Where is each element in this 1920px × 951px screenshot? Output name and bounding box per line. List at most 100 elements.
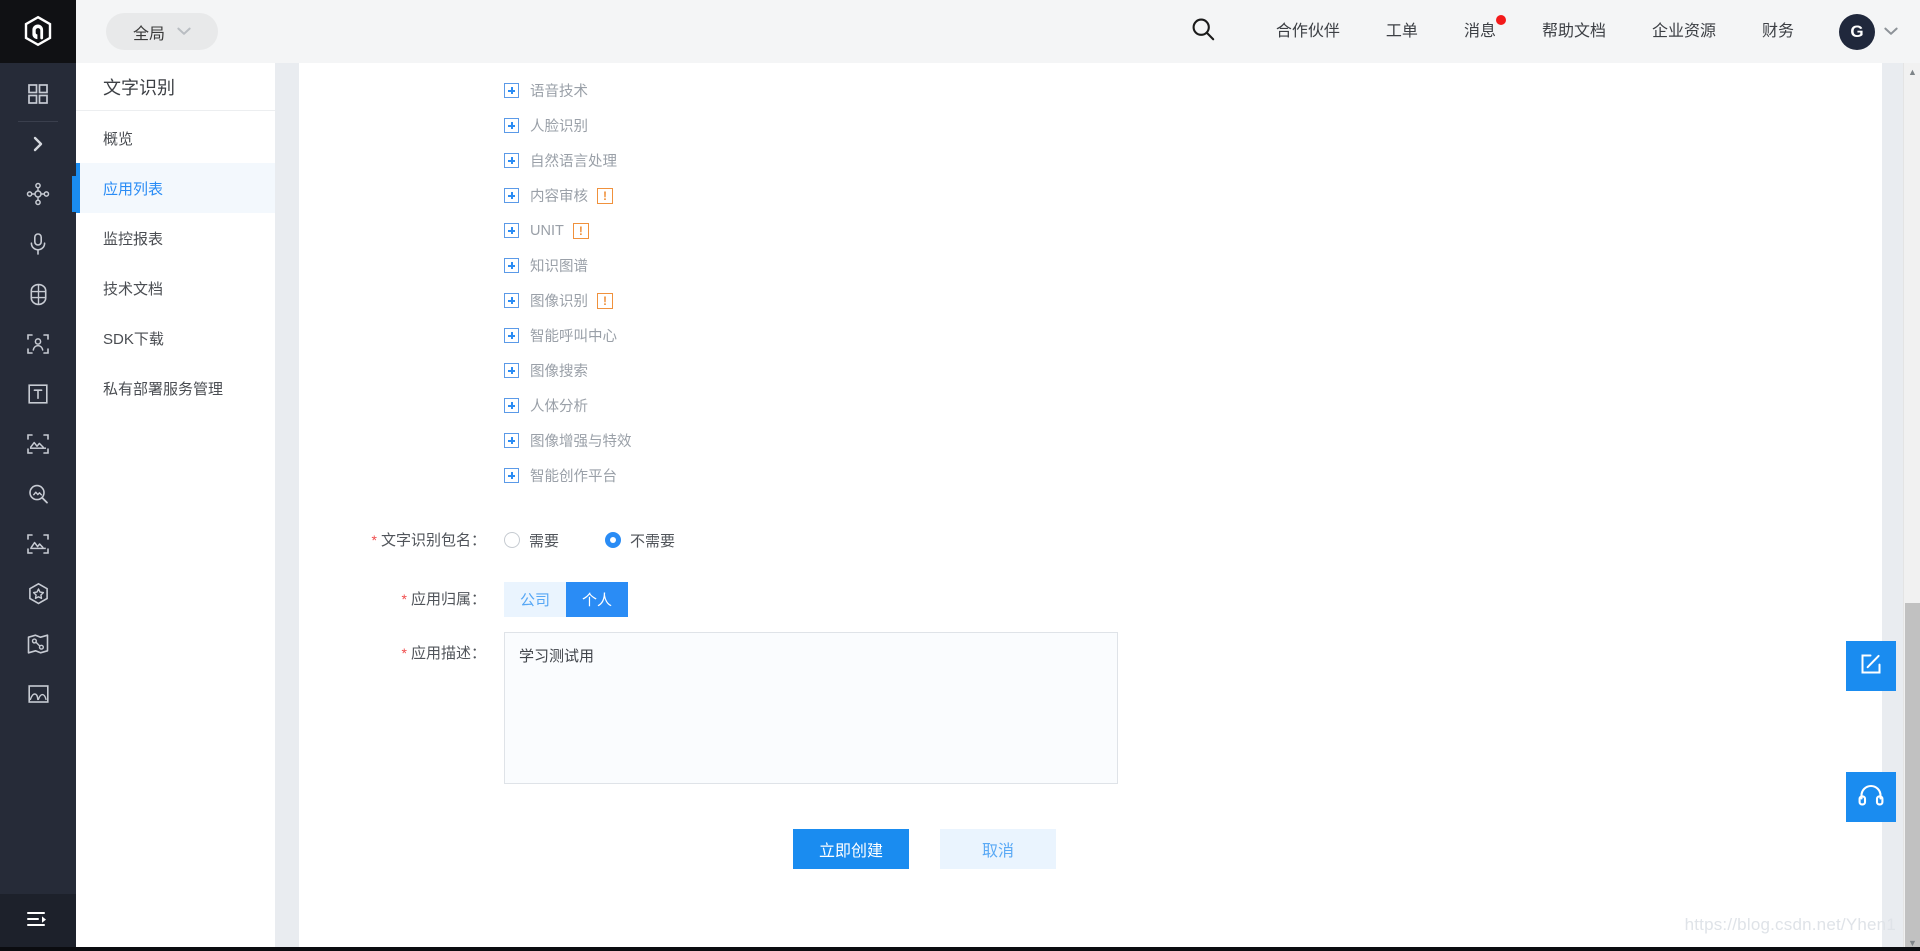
sidebar-item-app-list[interactable]: 应用列表: [76, 163, 275, 213]
sidebar-item-label: SDK下载: [103, 330, 164, 348]
nav-item-messages[interactable]: 消息: [1441, 0, 1519, 63]
sidebar-item-private-deploy[interactable]: 私有部署服务管理: [76, 363, 275, 413]
warning-icon[interactable]: !: [597, 292, 613, 309]
expand-checkbox[interactable]: [504, 83, 519, 98]
expand-checkbox[interactable]: [504, 433, 519, 448]
service-row-content-creation: 智能创作平台: [299, 458, 1882, 493]
nav-item-tickets[interactable]: 工单: [1363, 0, 1441, 63]
required-asterisk: *: [371, 531, 377, 548]
service-label: 人体分析: [530, 399, 588, 415]
expand-checkbox[interactable]: [504, 293, 519, 308]
chevron-down-icon: [177, 25, 191, 38]
rail-item-image-effects[interactable]: [0, 519, 76, 569]
brand-logo[interactable]: [0, 0, 76, 63]
expand-checkbox[interactable]: [504, 188, 519, 203]
rail-item-face[interactable]: [0, 319, 76, 369]
rail-item-list: [0, 63, 76, 719]
sidebar-item-overview[interactable]: 概览: [76, 113, 275, 163]
nav-label: 财务: [1761, 23, 1794, 40]
service-row-speech: 语音技术: [299, 73, 1882, 108]
rail-item-nlp[interactable]: [0, 269, 76, 319]
chevron-down-icon: [1884, 24, 1898, 39]
grid-apps-icon: [27, 83, 49, 105]
rail-item-image-recognition[interactable]: [0, 419, 76, 469]
page-scrollbar[interactable]: ▲ ▼: [1903, 63, 1920, 951]
form-row-package-name: * 文字识别包名： 需要 不需要: [299, 511, 1882, 569]
service-label: UNIT: [530, 222, 564, 239]
rail-item-expand[interactable]: [0, 119, 76, 169]
form-row-description: * 应用描述：: [299, 632, 1882, 784]
service-label: 自然语言处理: [530, 154, 617, 170]
expand-checkbox[interactable]: [504, 118, 519, 133]
expand-checkbox[interactable]: [504, 153, 519, 168]
warning-icon[interactable]: !: [572, 222, 589, 239]
rail-item-image-search[interactable]: [0, 469, 76, 519]
service-row-body-analysis: 人体分析: [299, 388, 1882, 423]
collapse-menu-icon: [26, 910, 50, 935]
search-button[interactable]: [1175, 0, 1231, 63]
nav-item-finance[interactable]: 财务: [1739, 0, 1817, 63]
segment-personal[interactable]: 个人: [566, 582, 629, 617]
description-textarea[interactable]: [504, 632, 1118, 784]
rail-item-knowledge-graph[interactable]: [0, 569, 76, 619]
nav-item-enterprise-resources[interactable]: 企业资源: [1629, 0, 1739, 63]
feedback-fab[interactable]: [1846, 641, 1896, 691]
scope-selector[interactable]: 全局: [106, 13, 218, 50]
service-row-nlp: 自然语言处理: [299, 143, 1882, 178]
scroll-up-arrow[interactable]: ▲: [1904, 63, 1920, 80]
required-asterisk: *: [401, 645, 407, 661]
radio-option-need[interactable]: 需要: [504, 530, 559, 551]
scrollbar-thumb[interactable]: [1905, 603, 1920, 951]
service-label: 智能创作平台: [530, 469, 617, 485]
nav-label: 合作伙伴: [1275, 23, 1340, 40]
service-row-image-effects: 图像增强与特效: [299, 423, 1882, 458]
create-app-card: 语音技术 人脸识别 自然语言处理 内容审核 ! UNIT ! 知识图谱 图像识别…: [299, 63, 1882, 951]
microphone-icon: [27, 232, 49, 256]
rail-item-content-platform[interactable]: [0, 669, 76, 719]
sidebar-item-label: 概览: [103, 130, 134, 148]
bottom-strip: [0, 947, 1920, 951]
avatar: G: [1839, 13, 1875, 50]
rail-item-speech[interactable]: [0, 219, 76, 269]
nav-item-help-docs[interactable]: 帮助文档: [1519, 0, 1629, 63]
radio-option-not-need[interactable]: 不需要: [605, 530, 675, 551]
app-root: 全局 合作伙伴 工单 消息 帮助文档 企业资源 财务 G 文字识别 概览 应用列…: [0, 0, 1920, 951]
segment-label: 公司: [520, 592, 551, 609]
sidebar-item-label: 监控报表: [103, 230, 164, 248]
sidebar-item-sdk-download[interactable]: SDK下载: [76, 313, 275, 363]
sidebar-item-monitor-report[interactable]: 监控报表: [76, 213, 275, 263]
support-fab[interactable]: [1846, 772, 1896, 822]
nav-item-partners[interactable]: 合作伙伴: [1253, 0, 1363, 63]
segment-label: 个人: [582, 592, 613, 609]
service-row-image-recognition: 图像识别 !: [299, 283, 1882, 318]
user-menu[interactable]: G: [1839, 13, 1898, 50]
rail-collapse-button[interactable]: [0, 894, 76, 951]
expand-checkbox[interactable]: [504, 258, 519, 273]
rail-item-ai-platform[interactable]: [0, 169, 76, 219]
text-box-icon: [27, 383, 49, 405]
expand-checkbox[interactable]: [504, 223, 519, 238]
sub-sidebar: 文字识别 概览 应用列表 监控报表 技术文档 SDK下载 私有部署服务管理: [76, 63, 275, 951]
sidebar-item-label: 应用列表: [103, 180, 164, 198]
rail-item-ocr[interactable]: [0, 369, 76, 419]
service-label: 智能呼叫中心: [530, 329, 617, 345]
segment-company[interactable]: 公司: [504, 582, 567, 617]
service-label: 知识图谱: [530, 259, 588, 275]
expand-checkbox[interactable]: [504, 398, 519, 413]
service-row-call-center: 智能呼叫中心: [299, 318, 1882, 353]
expand-checkbox[interactable]: [504, 328, 519, 343]
button-label: 立即创建: [818, 843, 883, 860]
expand-checkbox[interactable]: [504, 468, 519, 483]
face-scan-icon: [26, 332, 50, 356]
picture-frame-icon: [26, 533, 50, 555]
headset-icon: [1857, 782, 1885, 813]
main-content: 语音技术 人脸识别 自然语言处理 内容审核 ! UNIT ! 知识图谱 图像识别…: [275, 63, 1920, 951]
sidebar-item-tech-docs[interactable]: 技术文档: [76, 263, 275, 313]
expand-checkbox[interactable]: [504, 363, 519, 378]
service-row-content-review: 内容审核 !: [299, 178, 1882, 213]
create-now-button[interactable]: 立即创建: [793, 829, 909, 869]
warning-icon[interactable]: !: [597, 187, 613, 204]
rail-item-body-analysis[interactable]: [0, 619, 76, 669]
rail-item-apps[interactable]: [0, 69, 76, 122]
cancel-button[interactable]: 取消: [940, 829, 1056, 869]
